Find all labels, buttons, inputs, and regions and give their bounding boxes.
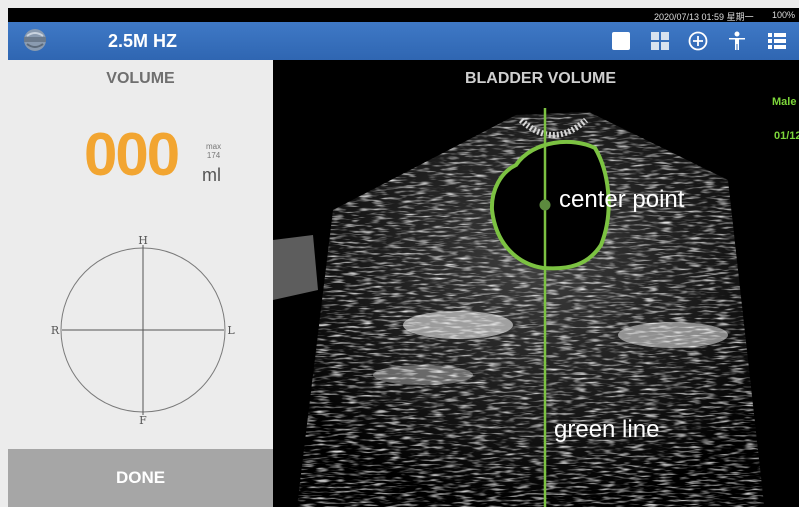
ultrasound-image-area[interactable]: BLADDER VOLUME Male 01/12 center point g… <box>273 60 799 507</box>
tissue-echo-region <box>293 112 768 507</box>
green-line-annotation: green line <box>554 416 660 443</box>
probe-logo-icon[interactable] <box>23 28 47 52</box>
battery-level: 100% <box>771 10 795 20</box>
volume-title: VOLUME <box>106 70 175 87</box>
menu-list-icon[interactable] <box>766 30 788 52</box>
center-point[interactable] <box>539 199 551 211</box>
single-view-icon[interactable] <box>610 30 632 52</box>
frequency-label[interactable]: 2.5M HZ <box>108 31 177 52</box>
patient-date: 01/12 <box>774 130 799 142</box>
volume-max-label: max <box>206 142 222 151</box>
center-point-annotation: center point <box>559 186 685 213</box>
volume-value: 000 <box>84 121 180 188</box>
patient-sex: Male <box>772 96 797 108</box>
orientation-left-label: R <box>51 324 60 337</box>
orientation-compass: H F R L <box>51 235 235 425</box>
orientation-top-label: H <box>138 235 148 247</box>
done-button[interactable]: DONE <box>8 449 273 507</box>
image-title: BLADDER VOLUME <box>464 70 617 87</box>
quad-view-icon[interactable] <box>649 30 671 52</box>
top-bar: 2.5M HZ <box>8 22 799 60</box>
status-bar: 2020/07/13 01:59 星期一 100% <box>8 8 799 22</box>
volume-max-value: 174 <box>206 151 221 160</box>
orientation-right-label: L <box>227 324 235 337</box>
body-mark-icon[interactable] <box>726 30 748 52</box>
volume-max: max 174 <box>206 142 221 160</box>
orientation-bottom-label: F <box>139 414 147 425</box>
add-icon[interactable] <box>687 30 709 52</box>
volume-panel: VOLUME 000 max 174 ml H F R L DONE <box>8 60 273 507</box>
app-window: 2020/07/13 01:59 星期一 100% 2.5M HZ VOLUME… <box>8 8 799 507</box>
tissue-fragment <box>273 235 318 300</box>
ultrasound-scan[interactable] <box>273 60 799 507</box>
volume-unit: ml <box>202 165 221 185</box>
